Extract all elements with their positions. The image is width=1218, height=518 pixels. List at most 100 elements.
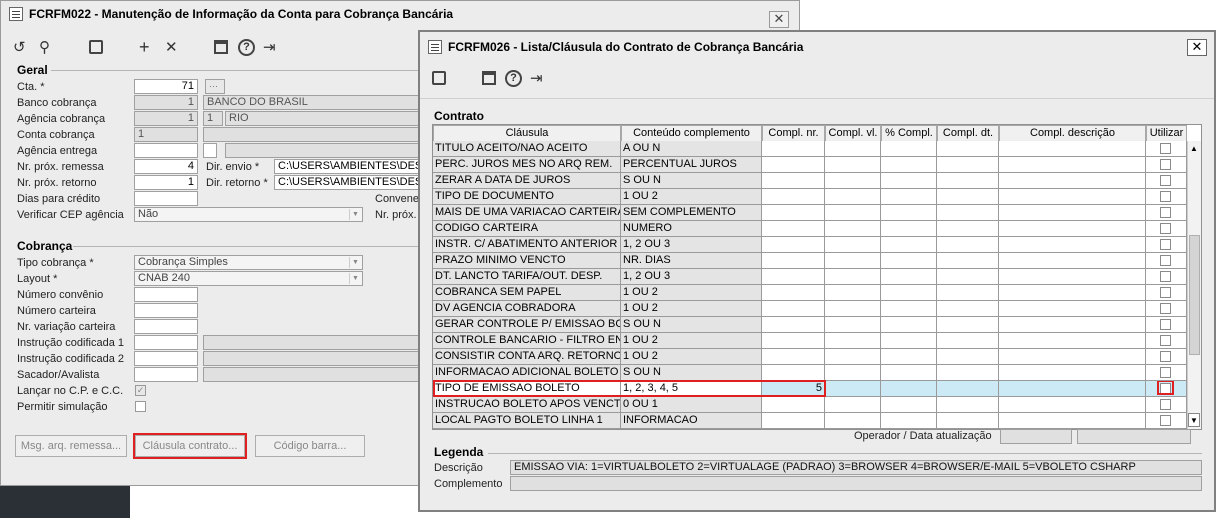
cell-compl-descricao[interactable] bbox=[999, 317, 1146, 333]
utilizar-checkbox[interactable] bbox=[1160, 287, 1171, 298]
cell-pct-compl[interactable] bbox=[881, 189, 937, 205]
cell-compl-nr[interactable] bbox=[762, 269, 825, 285]
column-header-utilizar[interactable]: Utilizar bbox=[1146, 125, 1187, 142]
cell-compl-dt[interactable] bbox=[937, 141, 999, 157]
save-icon[interactable] bbox=[432, 71, 446, 85]
undo-icon[interactable]: ↺ bbox=[13, 39, 26, 57]
cell-compl-descricao[interactable] bbox=[999, 349, 1146, 365]
cell-compl-vl[interactable] bbox=[825, 413, 881, 429]
exit-icon[interactable]: ⇥ bbox=[530, 70, 543, 88]
cell-compl-dt[interactable] bbox=[937, 269, 999, 285]
utilizar-checkbox[interactable] bbox=[1160, 415, 1171, 426]
utilizar-checkbox[interactable] bbox=[1160, 239, 1171, 250]
cell-compl-descricao[interactable] bbox=[999, 157, 1146, 173]
cell-compl-dt[interactable] bbox=[937, 365, 999, 381]
cta-lookup-button[interactable]: ⋯ bbox=[205, 79, 225, 94]
cell-utilizar[interactable] bbox=[1146, 253, 1187, 269]
column-header-compl-descricao[interactable]: Compl. descrição bbox=[999, 125, 1146, 142]
cell-compl-nr[interactable] bbox=[762, 141, 825, 157]
back-close-button[interactable]: ✕ bbox=[769, 11, 789, 28]
cell-compl-descricao[interactable] bbox=[999, 253, 1146, 269]
cell-pct-compl[interactable] bbox=[881, 141, 937, 157]
cell-compl-dt[interactable] bbox=[937, 333, 999, 349]
cell-compl-nr[interactable] bbox=[762, 365, 825, 381]
cell-utilizar[interactable] bbox=[1146, 173, 1187, 189]
utilizar-checkbox[interactable] bbox=[1160, 255, 1171, 266]
help-icon[interactable]: ? bbox=[505, 70, 522, 87]
exit-icon[interactable]: ⇥ bbox=[263, 39, 276, 57]
cell-pct-compl[interactable] bbox=[881, 173, 937, 189]
calendar-icon[interactable] bbox=[482, 71, 496, 85]
cell-compl-nr[interactable] bbox=[762, 317, 825, 333]
tipo-cobranca-select[interactable]: Cobrança Simples ▼ bbox=[134, 255, 363, 270]
cell-pct-compl[interactable] bbox=[881, 205, 937, 221]
cell-utilizar[interactable] bbox=[1146, 189, 1187, 205]
cell-compl-nr[interactable] bbox=[762, 333, 825, 349]
cell-compl-dt[interactable] bbox=[937, 381, 999, 397]
cell-compl-descricao[interactable] bbox=[999, 173, 1146, 189]
cell-compl-dt[interactable] bbox=[937, 285, 999, 301]
save-icon[interactable] bbox=[89, 40, 103, 54]
scroll-up-icon[interactable]: ▲ bbox=[1188, 142, 1200, 156]
cell-compl-descricao[interactable] bbox=[999, 333, 1146, 349]
search-icon[interactable]: ⚲ bbox=[39, 39, 50, 57]
cell-compl-vl[interactable] bbox=[825, 173, 881, 189]
add-icon[interactable]: + bbox=[139, 38, 150, 56]
cell-compl-vl[interactable] bbox=[825, 301, 881, 317]
cell-pct-compl[interactable] bbox=[881, 397, 937, 413]
column-header-conteudo[interactable]: Conteúdo complemento bbox=[621, 125, 762, 142]
cell-compl-descricao[interactable] bbox=[999, 285, 1146, 301]
cta-field[interactable]: 71 bbox=[134, 79, 198, 94]
sacador-field[interactable] bbox=[134, 367, 198, 382]
cell-compl-descricao[interactable] bbox=[999, 381, 1146, 397]
msg-arq-remessa-button[interactable]: Msg. arq. remessa... bbox=[15, 435, 127, 457]
instrucao-1-field[interactable] bbox=[134, 335, 198, 350]
cell-compl-nr[interactable] bbox=[762, 237, 825, 253]
column-header-compl-vl[interactable]: Compl. vl. bbox=[825, 125, 881, 142]
utilizar-checkbox[interactable] bbox=[1160, 223, 1171, 234]
cell-compl-vl[interactable] bbox=[825, 397, 881, 413]
column-header-clausula[interactable]: Cláusula bbox=[433, 125, 621, 142]
cell-compl-nr[interactable] bbox=[762, 301, 825, 317]
cell-pct-compl[interactable] bbox=[881, 381, 937, 397]
cell-utilizar[interactable] bbox=[1146, 205, 1187, 221]
cell-utilizar[interactable] bbox=[1146, 269, 1187, 285]
cell-compl-dt[interactable] bbox=[937, 397, 999, 413]
cell-compl-vl[interactable] bbox=[825, 381, 881, 397]
permitir-simulacao-checkbox[interactable] bbox=[135, 401, 146, 412]
cell-pct-compl[interactable] bbox=[881, 413, 937, 429]
cell-utilizar[interactable] bbox=[1146, 301, 1187, 317]
cell-compl-descricao[interactable] bbox=[999, 189, 1146, 205]
cell-compl-nr[interactable] bbox=[762, 349, 825, 365]
cell-compl-descricao[interactable] bbox=[999, 141, 1146, 157]
cell-pct-compl[interactable] bbox=[881, 349, 937, 365]
agencia-entrega-field[interactable] bbox=[134, 143, 198, 158]
cell-utilizar[interactable] bbox=[1146, 333, 1187, 349]
numero-carteira-field[interactable] bbox=[134, 303, 198, 318]
cell-compl-vl[interactable] bbox=[825, 365, 881, 381]
utilizar-checkbox[interactable] bbox=[1160, 335, 1171, 346]
nr-retorno-field[interactable]: 1 bbox=[134, 175, 198, 190]
cell-utilizar[interactable] bbox=[1146, 157, 1187, 173]
cell-pct-compl[interactable] bbox=[881, 365, 937, 381]
numero-convenio-field[interactable] bbox=[134, 287, 198, 302]
cell-compl-vl[interactable] bbox=[825, 189, 881, 205]
agencia-entrega-digit-field[interactable] bbox=[203, 143, 217, 158]
cell-compl-nr[interactable] bbox=[762, 157, 825, 173]
cell-compl-dt[interactable] bbox=[937, 301, 999, 317]
cell-compl-vl[interactable] bbox=[825, 141, 881, 157]
cell-compl-vl[interactable] bbox=[825, 269, 881, 285]
calendar-icon[interactable] bbox=[214, 40, 228, 54]
utilizar-checkbox[interactable] bbox=[1160, 367, 1171, 378]
cell-compl-nr[interactable] bbox=[762, 189, 825, 205]
cell-compl-vl[interactable] bbox=[825, 349, 881, 365]
cell-pct-compl[interactable] bbox=[881, 333, 937, 349]
codigo-barra-button[interactable]: Código barra... bbox=[255, 435, 365, 457]
cell-compl-descricao[interactable] bbox=[999, 413, 1146, 429]
instrucao-2-field[interactable] bbox=[134, 351, 198, 366]
cell-pct-compl[interactable] bbox=[881, 301, 937, 317]
cell-compl-nr[interactable] bbox=[762, 413, 825, 429]
utilizar-checkbox[interactable] bbox=[1160, 207, 1171, 218]
cell-compl-dt[interactable] bbox=[937, 221, 999, 237]
dir-envio-field[interactable]: C:\USERS\AMBIENTES\DESKT bbox=[274, 159, 421, 174]
